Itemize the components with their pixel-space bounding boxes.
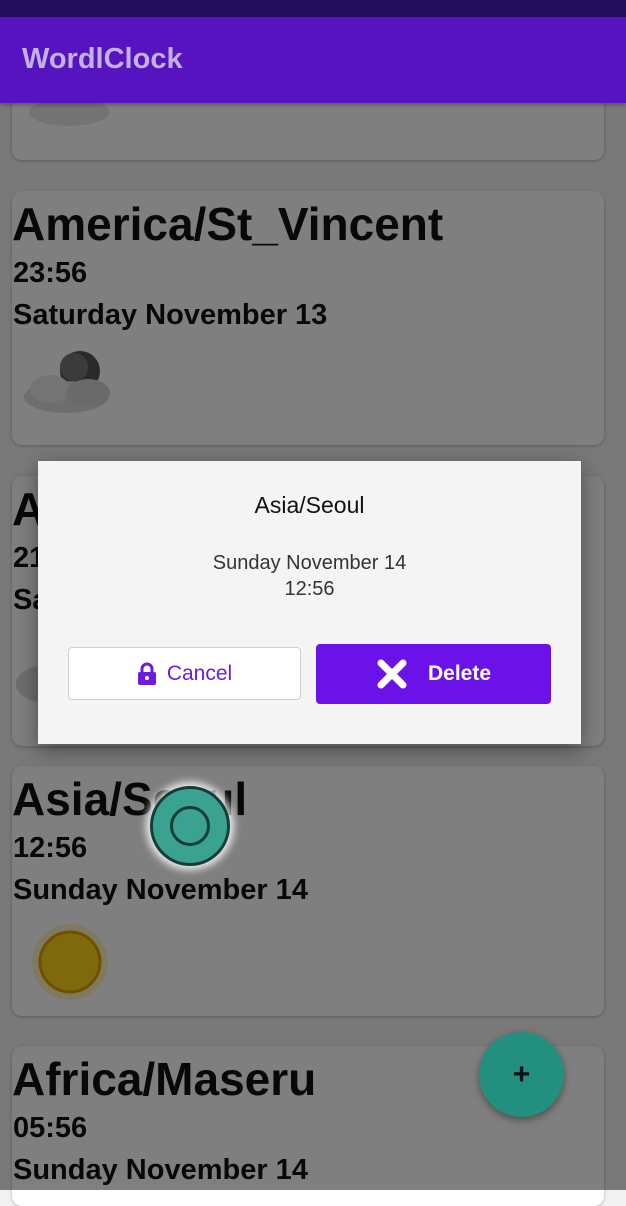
cancel-label: Cancel xyxy=(166,661,233,685)
touch-indicator-inner xyxy=(170,806,210,846)
dialog-time: 12:56 xyxy=(284,578,335,600)
lock-icon xyxy=(137,662,156,685)
dialog-date: Sunday November 14 xyxy=(212,552,407,574)
app-title: WordlClock xyxy=(22,43,183,75)
cancel-button[interactable]: Cancel xyxy=(68,647,301,700)
close-icon xyxy=(377,659,407,689)
delete-label: Delete xyxy=(427,662,492,685)
delete-button[interactable]: Delete xyxy=(316,644,551,704)
add-timezone-button[interactable]: + xyxy=(479,1032,564,1117)
app-bar: WordlClock xyxy=(0,17,626,103)
dialog-title: Asia/Seoul xyxy=(254,492,365,518)
delete-dialog: Asia/Seoul Sunday November 14 12:56 Canc… xyxy=(38,461,581,744)
plus-icon: + xyxy=(512,1057,531,1091)
touch-indicator xyxy=(150,786,230,866)
